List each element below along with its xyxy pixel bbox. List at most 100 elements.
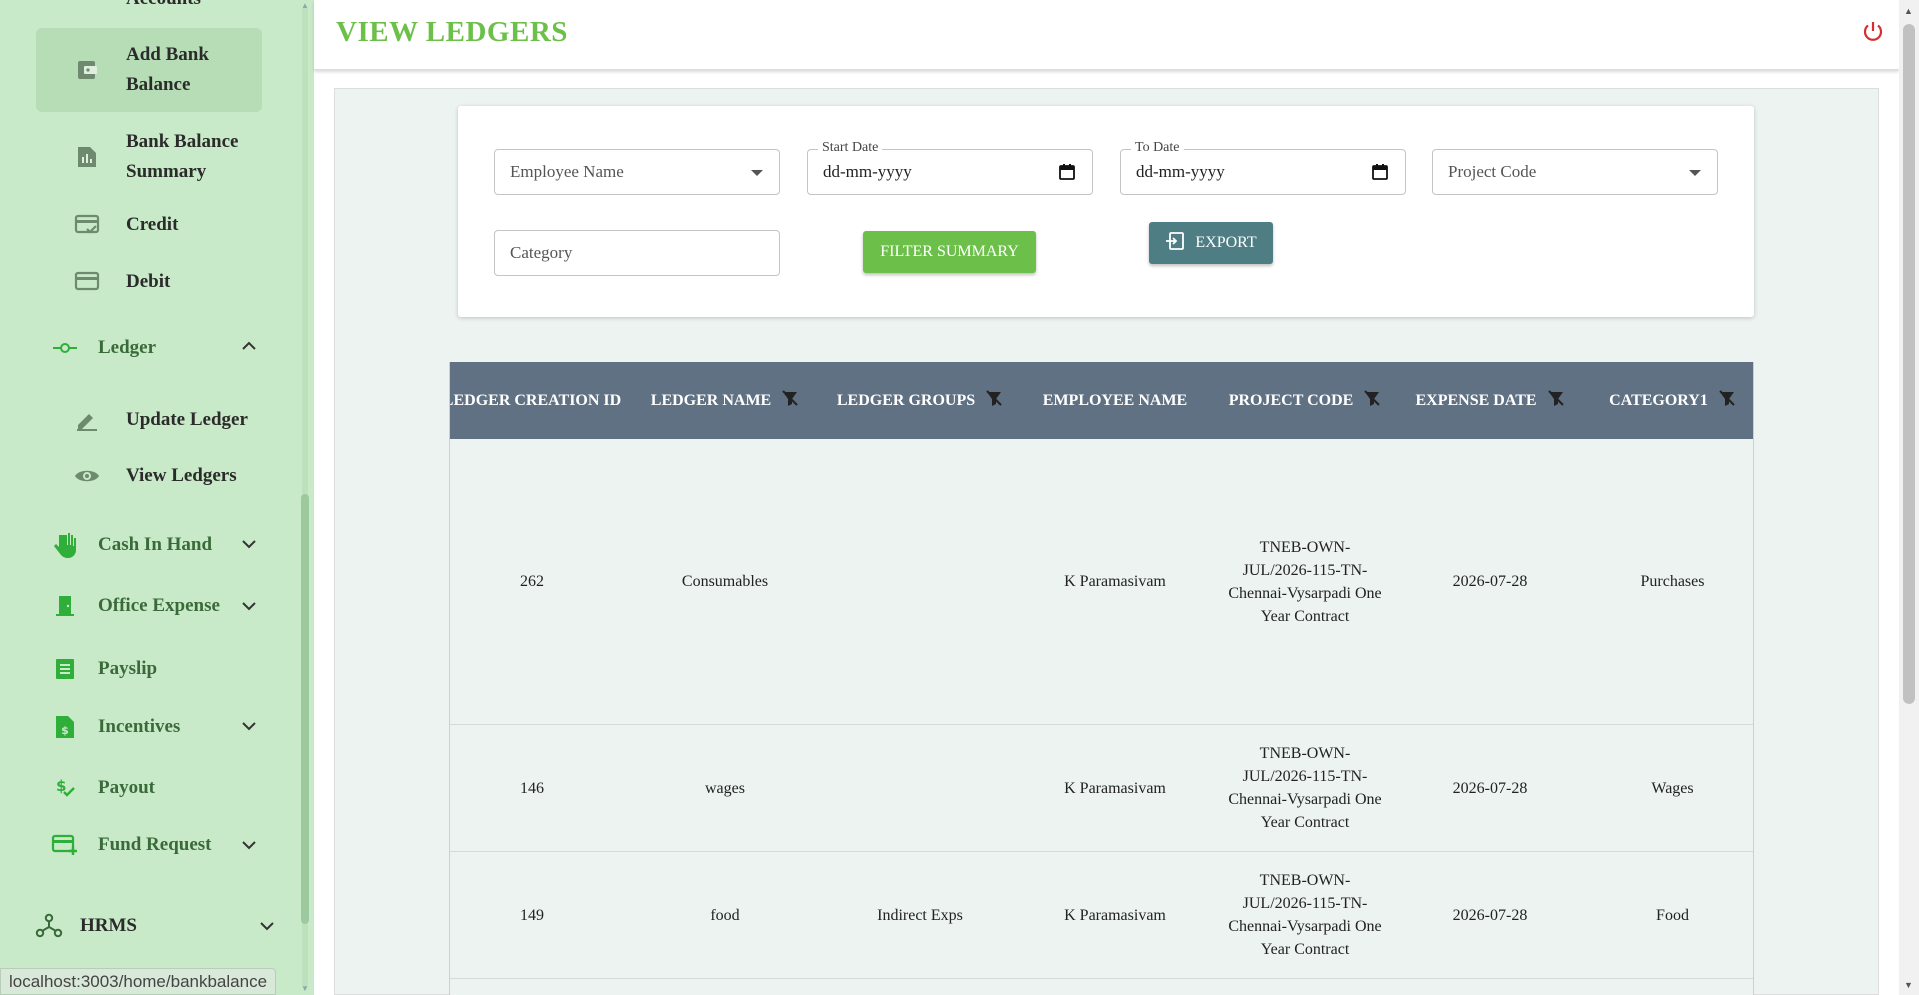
to-date-input[interactable]: To Date dd-mm-yyyy bbox=[1120, 140, 1406, 195]
cell-ledger-groups: Indirect Exps bbox=[877, 906, 963, 924]
scroll-down-arrow-icon[interactable]: ▼ bbox=[301, 985, 309, 993]
chevron-down-icon[interactable] bbox=[242, 718, 256, 736]
hand-icon bbox=[50, 531, 80, 559]
sidebar-item-bank-balance-summary[interactable]: Bank Balance Summary bbox=[72, 127, 266, 187]
card-plus-icon bbox=[50, 833, 80, 857]
sidebar-item-view-ledgers[interactable]: View Ledgers bbox=[72, 465, 237, 487]
export-button[interactable]: EXPORT bbox=[1149, 222, 1273, 264]
export-icon bbox=[1165, 231, 1185, 256]
filter-off-icon[interactable] bbox=[1363, 389, 1381, 412]
sidebar-item-office-expense[interactable]: Office Expense bbox=[50, 594, 220, 618]
sidebar-item-debit[interactable]: Debit bbox=[72, 271, 170, 293]
project-code-select[interactable]: Project Code bbox=[1432, 149, 1718, 195]
top-header: VIEW LEDGERS bbox=[314, 0, 1899, 70]
cell-ledger-name: Consumables bbox=[681, 573, 769, 590]
people-network-icon bbox=[34, 913, 64, 939]
page-scrollbar-thumb[interactable] bbox=[1903, 24, 1915, 704]
sidebar-item-cash-in-hand[interactable]: Cash In Hand bbox=[50, 531, 212, 559]
cell-expense-date: 2026-07-28 bbox=[1452, 573, 1528, 590]
sidebar: Accounts Add Bank Balance Bank Balance S… bbox=[0, 0, 314, 995]
table-row[interactable]: 146 wages K Paramasivam TNEB-OWN- JUL/20… bbox=[450, 725, 1753, 852]
column-header-employee-name[interactable]: EMPLOYEE NAME bbox=[1030, 362, 1200, 439]
svg-text:$: $ bbox=[61, 724, 69, 737]
sidebar-item-hrms[interactable]: HRMS bbox=[34, 913, 137, 939]
edit-icon bbox=[72, 408, 102, 432]
column-header-expense-date[interactable]: EXPENSE DATE bbox=[1400, 362, 1580, 439]
dollar-file-icon: $ bbox=[50, 714, 80, 740]
filter-summary-button[interactable]: FILTER SUMMARY bbox=[863, 231, 1036, 273]
table-row[interactable]: 262 Consumables K Paramasivam TNEB-OWN- … bbox=[450, 439, 1753, 725]
cell-ledger-id: 149 bbox=[520, 906, 544, 924]
calendar-icon[interactable] bbox=[1371, 163, 1389, 186]
chevron-down-icon[interactable] bbox=[242, 837, 256, 855]
employee-name-select[interactable]: Employee Name bbox=[494, 149, 780, 195]
commit-icon bbox=[50, 341, 80, 355]
cell-project-code: TNEB-OWN- JUL/2026-115-TN- Chennai-Vysar… bbox=[1228, 872, 1382, 958]
sidebar-item-update-ledger[interactable]: Update Ledger bbox=[72, 408, 248, 432]
filter-off-icon[interactable] bbox=[1547, 389, 1565, 412]
cell-project-code: TNEB-OWN- JUL/2026-115-TN- Chennai-Vysar… bbox=[1228, 538, 1382, 625]
cell-category: Wages bbox=[1651, 779, 1694, 797]
sidebar-item-ledger[interactable]: Ledger bbox=[50, 337, 156, 359]
credit-card-icon bbox=[72, 271, 102, 293]
sidebar-scrollbar-thumb[interactable] bbox=[301, 494, 309, 924]
cell-project-code: TNEB-OWN- JUL/2026-115-TN- Chennai-Vysar… bbox=[1228, 745, 1382, 831]
sidebar-item-fund-request[interactable]: Fund Request bbox=[50, 833, 212, 857]
cell-category: Purchases bbox=[1640, 573, 1705, 590]
cell-ledger-id: 146 bbox=[520, 779, 544, 797]
dropdown-caret-icon bbox=[1689, 170, 1701, 176]
payout-icon: $ bbox=[50, 776, 80, 800]
column-header-ledger-groups[interactable]: LEDGER GROUPS bbox=[825, 362, 1015, 439]
power-icon[interactable] bbox=[1861, 20, 1885, 49]
page-title: VIEW LEDGERS bbox=[336, 16, 568, 48]
cell-category: Food bbox=[1656, 906, 1689, 924]
column-header-project-code[interactable]: PROJECT CODE bbox=[1210, 362, 1400, 439]
summary-icon bbox=[72, 145, 102, 169]
cell-ledger-groups bbox=[825, 439, 1015, 724]
cell-employee-name: K Paramasivam bbox=[1064, 779, 1166, 797]
chevron-down-icon[interactable] bbox=[260, 918, 274, 936]
cell-expense-date: 2026-07-28 bbox=[1452, 779, 1528, 797]
table-header: LEDGER CREATION ID LEDGER NAME LEDGER GR… bbox=[450, 362, 1753, 439]
chevron-down-icon[interactable] bbox=[242, 598, 256, 616]
sidebar-item-add-bank-balance[interactable]: Add Bank Balance bbox=[72, 40, 246, 100]
cell-expense-date: 2026-07-28 bbox=[1452, 906, 1528, 924]
chevron-up-icon[interactable] bbox=[242, 338, 256, 356]
sidebar-item-payslip[interactable]: Payslip bbox=[50, 657, 157, 681]
column-header-ledger-name[interactable]: LEDGER NAME bbox=[635, 362, 815, 439]
calendar-icon[interactable] bbox=[1058, 163, 1076, 186]
category-input[interactable]: Category bbox=[494, 230, 780, 276]
filter-off-icon[interactable] bbox=[781, 389, 799, 412]
sidebar-item-accounts[interactable]: Accounts bbox=[72, 0, 201, 10]
chevron-down-icon[interactable] bbox=[242, 536, 256, 554]
eye-icon bbox=[72, 467, 102, 485]
filter-off-icon[interactable] bbox=[1718, 389, 1736, 412]
filter-card bbox=[458, 106, 1754, 317]
start-date-input[interactable]: Start Date dd-mm-yyyy bbox=[807, 140, 1093, 195]
filter-off-icon[interactable] bbox=[985, 389, 1003, 412]
column-header-ledger-creation-id[interactable]: LEDGER CREATION ID bbox=[450, 362, 622, 439]
page-scrollbar[interactable]: ▲ ▼ bbox=[1899, 0, 1919, 995]
status-url: localhost:3003/home/bankbalance bbox=[0, 968, 277, 995]
column-header-category1[interactable]: CATEGORY1 bbox=[1590, 362, 1753, 439]
cell-employee-name: K Paramasivam bbox=[1064, 906, 1166, 924]
dropdown-caret-icon bbox=[751, 170, 763, 176]
cell-ledger-groups bbox=[825, 725, 1015, 851]
cell-ledger-name: food bbox=[710, 906, 740, 924]
cell-ledger-id: 262 bbox=[520, 573, 544, 590]
receipt-icon bbox=[50, 657, 80, 681]
scroll-down-arrow-icon[interactable]: ▼ bbox=[1904, 980, 1913, 990]
credit-card-check-icon bbox=[72, 214, 102, 236]
scroll-up-arrow-icon[interactable]: ▲ bbox=[1904, 6, 1913, 16]
door-icon bbox=[50, 594, 80, 618]
sidebar-item-credit[interactable]: Credit bbox=[72, 214, 178, 236]
table-row[interactable]: 149 food Indirect Exps K Paramasivam TNE… bbox=[450, 852, 1753, 979]
ledgers-table: LEDGER CREATION ID LEDGER NAME LEDGER GR… bbox=[449, 362, 1754, 995]
sidebar-scrollbar[interactable]: ▲ ▼ bbox=[300, 0, 310, 995]
wallet-icon bbox=[72, 58, 102, 82]
cell-employee-name: K Paramasivam bbox=[1064, 573, 1166, 590]
sidebar-item-payout[interactable]: $ Payout bbox=[50, 776, 155, 800]
sidebar-item-incentives[interactable]: $ Incentives bbox=[50, 714, 180, 740]
cell-ledger-name: wages bbox=[705, 779, 745, 797]
scroll-up-arrow-icon[interactable]: ▲ bbox=[301, 2, 309, 10]
